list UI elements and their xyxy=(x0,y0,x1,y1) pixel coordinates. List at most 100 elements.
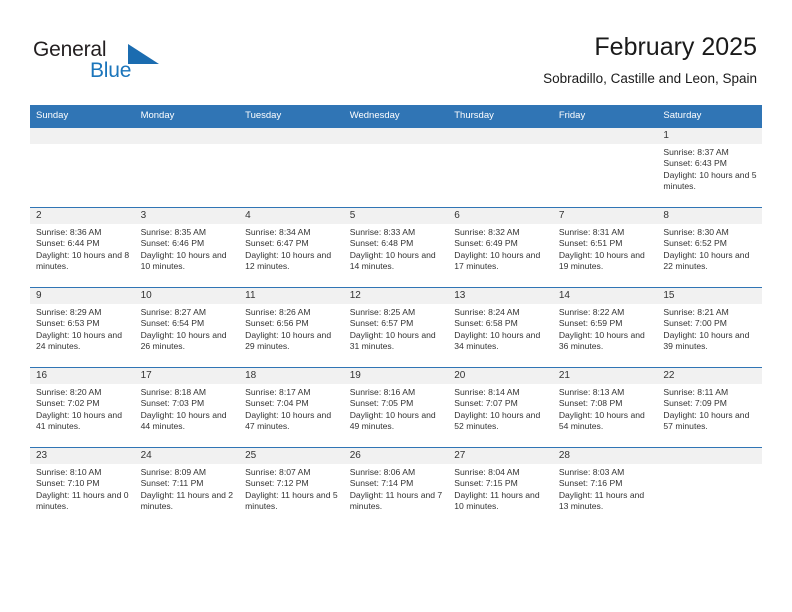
calendar-empty-cell xyxy=(239,127,344,208)
calendar-day-cell[interactable]: 20 Sunrise: 8:14 AM Sunset: 7:07 PM Dayligh… xyxy=(448,367,553,448)
day-sun-info xyxy=(657,464,762,467)
day-sun-info: Sunrise: 8:18 AM Sunset: 7:03 PM Daylight:… xyxy=(135,384,240,433)
day-number: 23 xyxy=(30,448,135,464)
calendar-day-cell[interactable]: 24 Sunrise: 8:09 AM Sunset: 7:11 PM Dayligh… xyxy=(134,447,240,527)
sunrise-text: Sunrise: 8:11 AM xyxy=(663,387,729,397)
daylight-text: Daylight: 10 hours and 57 minutes. xyxy=(663,409,750,432)
calendar-day-cell[interactable]: 3 Sunrise: 8:35 AM Sunset: 6:46 PM Daylight… xyxy=(134,207,240,288)
sunrise-text: Sunrise: 8:34 AM xyxy=(245,227,311,237)
sunset-text: Sunset: 7:15 PM xyxy=(454,478,518,489)
calendar-day-cell[interactable]: 19 Sunrise: 8:16 AM Sunset: 7:05 PM Dayligh… xyxy=(343,367,449,448)
sunset-text: Sunset: 6:46 PM xyxy=(140,238,205,249)
calendar-day-cell[interactable]: 18 Sunrise: 8:17 AM Sunset: 7:04 PM Dayligh… xyxy=(239,367,344,448)
day-number: 20 xyxy=(448,368,553,384)
day-number: 10 xyxy=(134,288,240,304)
day-number: 27 xyxy=(448,448,553,464)
day-sun-info: Sunrise: 8:25 AM Sunset: 6:57 PM Daylight:… xyxy=(344,304,449,353)
sunrise-text: Sunrise: 8:16 AM xyxy=(349,387,416,397)
calendar-day-cell[interactable]: 7 Sunrise: 8:31 AM Sunset: 6:51 PM Daylight… xyxy=(552,207,658,288)
day-sun-info: Sunrise: 8:17 AM Sunset: 7:04 PM Daylight:… xyxy=(239,384,344,433)
calendar-day-cell[interactable]: 11 Sunrise: 8:26 AM Sunset: 6:56 PM Dayligh… xyxy=(239,287,344,368)
day-sun-info: Sunrise: 8:31 AM Sunset: 6:51 PM Daylight:… xyxy=(553,224,658,273)
triangle-icon xyxy=(128,44,159,64)
day-number: 2 xyxy=(30,208,135,224)
sunset-text: Sunset: 6:57 PM xyxy=(349,318,414,329)
sunrise-text: Sunrise: 8:35 AM xyxy=(140,227,207,237)
day-number xyxy=(343,128,449,144)
day-sun-info xyxy=(30,144,135,147)
day-box: 21 Sunrise: 8:13 AM Sunset: 7:08 PM Dayligh… xyxy=(552,368,658,447)
calendar-day-cell[interactable]: 28 Sunrise: 8:03 AM Sunset: 7:16 PM Dayligh… xyxy=(552,447,658,527)
day-number: 8 xyxy=(657,208,762,224)
day-sun-info: Sunrise: 8:26 AM Sunset: 6:56 PM Daylight:… xyxy=(239,304,344,353)
daylight-text: Daylight: 10 hours and 31 minutes. xyxy=(349,329,436,352)
weekday-header-sunday: Sunday xyxy=(30,105,135,128)
sunset-text: Sunset: 6:47 PM xyxy=(245,238,309,249)
sunrise-text: Sunrise: 8:32 AM xyxy=(454,227,520,237)
calendar-day-cell[interactable]: 15 Sunrise: 8:21 AM Sunset: 7:00 PM Dayligh… xyxy=(657,287,762,368)
day-sun-info: Sunrise: 8:11 AM Sunset: 7:09 PM Daylight:… xyxy=(657,384,762,433)
calendar-day-cell[interactable]: 10 Sunrise: 8:27 AM Sunset: 6:54 PM Dayligh… xyxy=(134,287,240,368)
daylight-text: Daylight: 10 hours and 12 minutes. xyxy=(245,249,332,272)
calendar-day-cell[interactable]: 23 Sunrise: 8:10 AM Sunset: 7:10 PM Dayligh… xyxy=(30,447,135,527)
daylight-text: Daylight: 10 hours and 52 minutes. xyxy=(454,409,541,432)
calendar-day-cell[interactable]: 4 Sunrise: 8:34 AM Sunset: 6:47 PM Daylight… xyxy=(239,207,344,288)
day-box xyxy=(343,128,449,207)
sunset-text: Sunset: 7:14 PM xyxy=(349,478,414,489)
daylight-text: Daylight: 11 hours and 5 minutes. xyxy=(245,489,338,512)
calendar-day-cell[interactable]: 13 Sunrise: 8:24 AM Sunset: 6:58 PM Dayligh… xyxy=(448,287,553,368)
calendar-empty-cell xyxy=(657,447,762,527)
day-box: 22 Sunrise: 8:11 AM Sunset: 7:09 PM Dayligh… xyxy=(657,368,762,447)
calendar-day-cell[interactable]: 12 Sunrise: 8:25 AM Sunset: 6:57 PM Dayligh… xyxy=(343,287,449,368)
day-box: 1 Sunrise: 8:37 AM Sunset: 6:43 PM Daylight… xyxy=(657,128,762,207)
sunrise-text: Sunrise: 8:18 AM xyxy=(140,387,207,397)
sunset-text: Sunset: 7:05 PM xyxy=(349,398,414,409)
page-title: February 2025 xyxy=(594,33,757,61)
calendar-week-row: 23 Sunrise: 8:10 AM Sunset: 7:10 PM Dayligh… xyxy=(30,447,762,527)
calendar-day-cell[interactable]: 26 Sunrise: 8:06 AM Sunset: 7:14 PM Dayligh… xyxy=(343,447,449,527)
sunrise-text: Sunrise: 8:30 AM xyxy=(663,227,729,237)
day-sun-info: Sunrise: 8:04 AM Sunset: 7:15 PM Daylight:… xyxy=(448,464,553,513)
calendar-day-cell[interactable]: 2 Sunrise: 8:36 AM Sunset: 6:44 PM Daylight… xyxy=(30,207,135,288)
daylight-text: Daylight: 10 hours and 24 minutes. xyxy=(36,329,122,352)
day-box: 6 Sunrise: 8:32 AM Sunset: 6:49 PM Daylight… xyxy=(448,208,553,287)
day-number: 15 xyxy=(657,288,762,304)
calendar-day-cell[interactable]: 22 Sunrise: 8:11 AM Sunset: 7:09 PM Dayligh… xyxy=(657,367,762,448)
daylight-text: Daylight: 10 hours and 5 minutes. xyxy=(663,169,757,192)
day-box: 7 Sunrise: 8:31 AM Sunset: 6:51 PM Daylight… xyxy=(552,208,658,287)
day-number: 12 xyxy=(343,288,449,304)
calendar-day-cell[interactable]: 1 Sunrise: 8:37 AM Sunset: 6:43 PM Daylight… xyxy=(657,127,762,208)
calendar-day-cell[interactable]: 8 Sunrise: 8:30 AM Sunset: 6:52 PM Daylight… xyxy=(657,207,762,288)
weekday-header-friday: Friday xyxy=(552,105,658,128)
calendar-day-cell[interactable]: 17 Sunrise: 8:18 AM Sunset: 7:03 PM Dayligh… xyxy=(134,367,240,448)
calendar-day-cell[interactable]: 14 Sunrise: 8:22 AM Sunset: 6:59 PM Dayligh… xyxy=(552,287,658,368)
day-number: 18 xyxy=(239,368,344,384)
sunset-text: Sunset: 7:02 PM xyxy=(36,398,100,409)
calendar-day-cell[interactable]: 9 Sunrise: 8:29 AM Sunset: 6:53 PM Daylight… xyxy=(30,287,135,368)
calendar-day-cell[interactable]: 25 Sunrise: 8:07 AM Sunset: 7:12 PM Dayligh… xyxy=(239,447,344,527)
sunset-text: Sunset: 6:56 PM xyxy=(245,318,309,329)
day-sun-info: Sunrise: 8:35 AM Sunset: 6:46 PM Daylight:… xyxy=(135,224,240,273)
day-box: 14 Sunrise: 8:22 AM Sunset: 6:59 PM Dayligh… xyxy=(552,288,658,367)
weekday-header-thursday: Thursday xyxy=(448,105,553,128)
day-number: 16 xyxy=(30,368,135,384)
sunset-text: Sunset: 6:59 PM xyxy=(558,318,623,329)
day-sun-info: Sunrise: 8:33 AM Sunset: 6:48 PM Daylight:… xyxy=(344,224,449,273)
calendar-day-cell[interactable]: 16 Sunrise: 8:20 AM Sunset: 7:02 PM Dayligh… xyxy=(30,367,135,448)
day-number: 19 xyxy=(343,368,449,384)
sunrise-text: Sunrise: 8:26 AM xyxy=(245,307,311,317)
sunset-text: Sunset: 7:08 PM xyxy=(558,398,623,409)
daylight-text: Daylight: 10 hours and 34 minutes. xyxy=(454,329,541,352)
day-number xyxy=(657,448,762,464)
daylight-text: Daylight: 11 hours and 7 minutes. xyxy=(349,489,443,512)
calendar-day-cell[interactable]: 5 Sunrise: 8:33 AM Sunset: 6:48 PM Daylight… xyxy=(343,207,449,288)
calendar-day-cell[interactable]: 21 Sunrise: 8:13 AM Sunset: 7:08 PM Dayligh… xyxy=(552,367,658,448)
calendar-day-cell[interactable]: 6 Sunrise: 8:32 AM Sunset: 6:49 PM Daylight… xyxy=(448,207,553,288)
daylight-text: Daylight: 10 hours and 22 minutes. xyxy=(663,249,750,272)
sunset-text: Sunset: 7:07 PM xyxy=(454,398,518,409)
day-box xyxy=(239,128,344,207)
day-box: 19 Sunrise: 8:16 AM Sunset: 7:05 PM Dayligh… xyxy=(343,368,449,447)
sunset-text: Sunset: 7:10 PM xyxy=(36,478,100,489)
day-sun-info: Sunrise: 8:29 AM Sunset: 6:53 PM Daylight:… xyxy=(30,304,135,353)
calendar-day-cell[interactable]: 27 Sunrise: 8:04 AM Sunset: 7:15 PM Dayligh… xyxy=(448,447,553,527)
